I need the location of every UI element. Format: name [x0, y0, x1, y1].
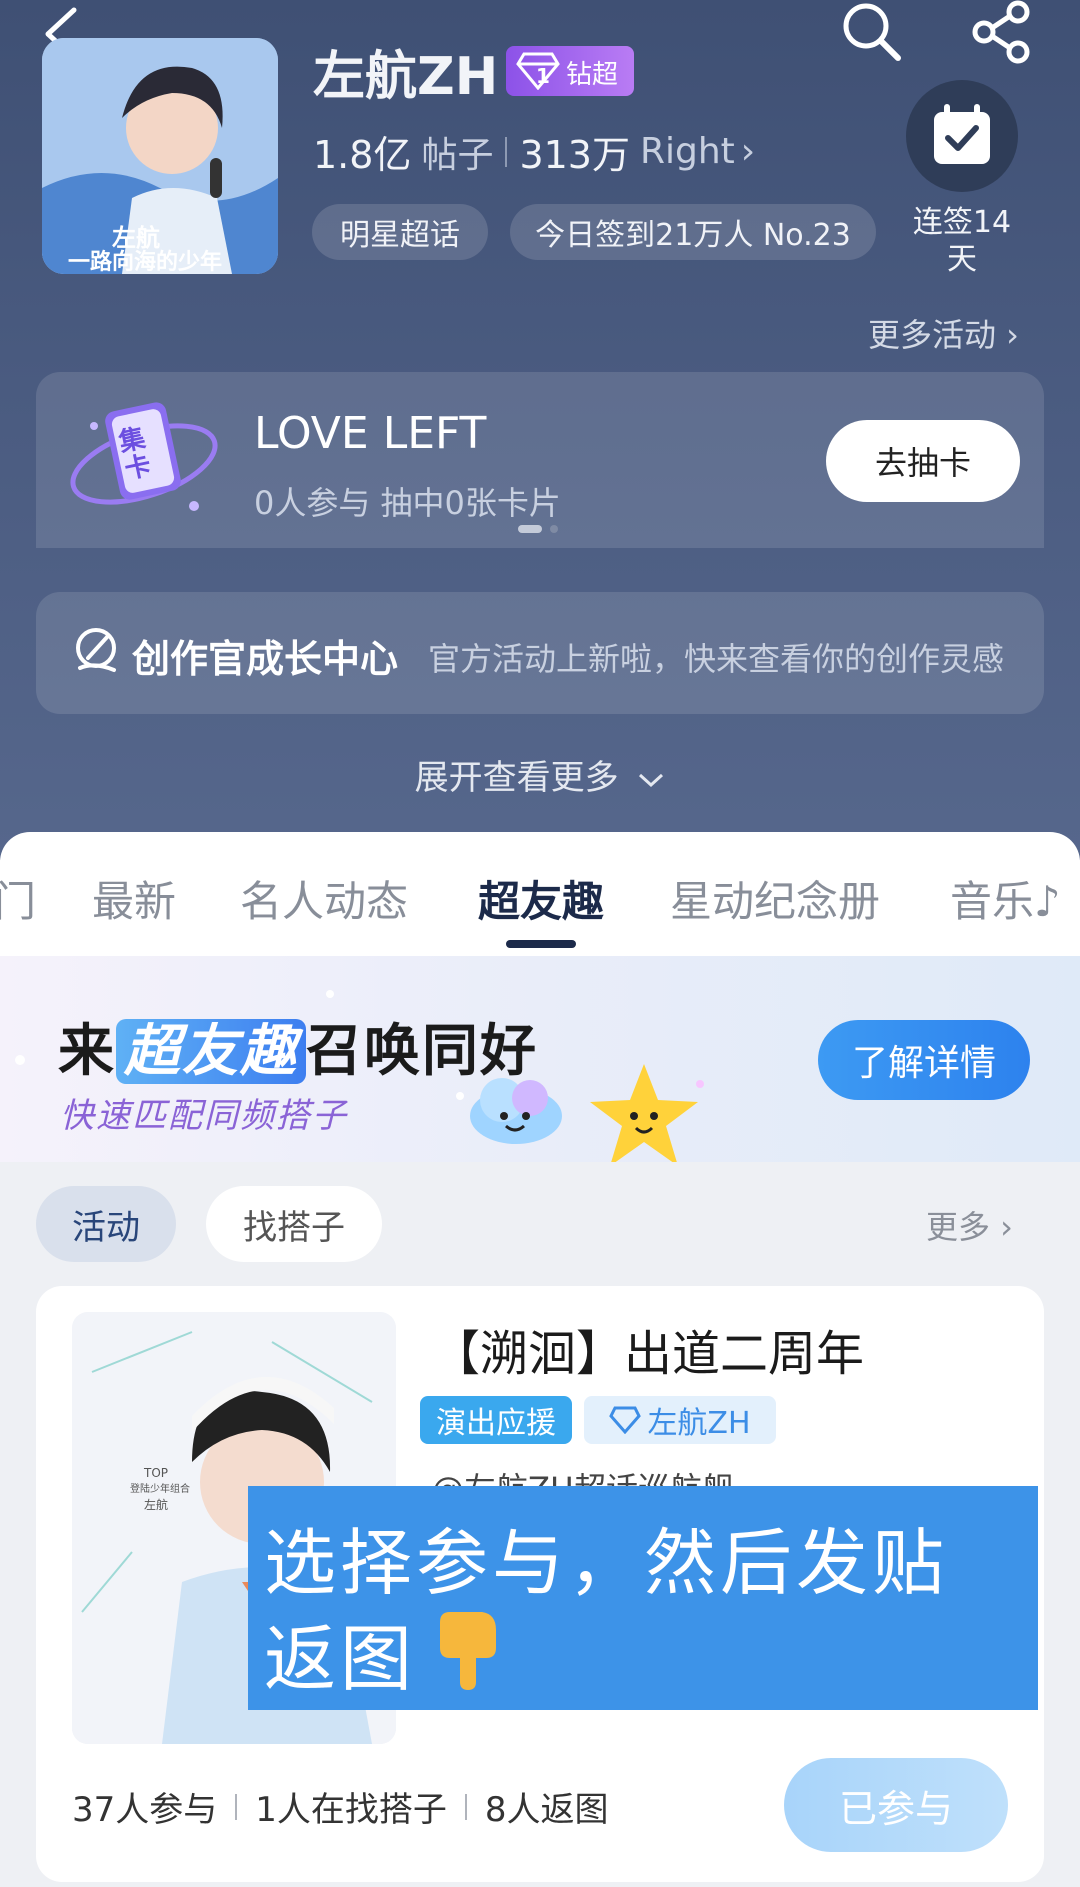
fans-label[interactable]: Right: [640, 131, 735, 172]
creator-center-title: 创作官成长中心: [132, 637, 399, 681]
tab-star-album[interactable]: 星动纪念册: [670, 868, 880, 929]
pen-edit-icon: [76, 628, 116, 672]
calendar-check-icon: [934, 104, 990, 164]
tab-bar: 门 最新 名人动态 超友趣 星动纪念册 音乐♪: [0, 868, 1080, 926]
event-stats: 37人参与 1人在找搭子 8人返图: [72, 1782, 609, 1831]
poster-caption-group: 登陆少年组合: [130, 1484, 190, 1495]
creator-center-desc: 官方活动上新啦，快来查看你的创作灵感: [428, 640, 1005, 678]
share-icon[interactable]: [968, 0, 1034, 66]
active-tab-indicator: [506, 940, 576, 948]
checkin-streak: 连签14天: [912, 205, 1012, 277]
diamond-badge[interactable]: 1 钻超: [506, 46, 634, 96]
category-pill[interactable]: 明星超话: [312, 204, 488, 260]
stats-divider: [505, 136, 508, 167]
banner-prefix: 来: [58, 1019, 116, 1084]
tab-latest[interactable]: 最新: [92, 868, 176, 929]
participants-count: 37人参与: [72, 1790, 218, 1830]
more-activities-link[interactable]: 更多活动 ›: [868, 310, 1019, 356]
event-title: 【溯洄】出道二周年: [432, 1326, 865, 1382]
more-link[interactable]: 更多 ›: [926, 1202, 1013, 1248]
star-mascot-icon: [590, 1064, 698, 1166]
posts-label: 帖子: [421, 134, 494, 176]
photo-returns-count: 8人返图: [484, 1790, 609, 1830]
stats-divider: [464, 1793, 467, 1820]
topic-stats: 1.8亿 帖子 313万 Right ›: [313, 124, 755, 179]
topic-title: 左航ZH: [313, 47, 499, 107]
chevron-down-icon: [639, 773, 664, 787]
search-icon[interactable]: [838, 0, 904, 66]
event-tag-category: 演出应援: [420, 1396, 572, 1444]
badge-label: 钻超: [566, 60, 619, 90]
joined-button[interactable]: 已参与: [784, 1758, 1008, 1852]
filter-chip-find-partner[interactable]: 找搭子: [206, 1186, 382, 1262]
fans-count[interactable]: 313万: [519, 124, 630, 179]
badge-level: 1: [536, 64, 550, 88]
poster-caption-name: 左航: [144, 1498, 169, 1512]
draw-card-button[interactable]: 去抽卡: [826, 420, 1020, 502]
event-tag-topic-label: 左航ZH: [647, 1406, 751, 1441]
diamond-icon: [609, 1406, 642, 1434]
expand-more-label: 展开查看更多: [414, 758, 619, 798]
expand-more-link[interactable]: 展开查看更多: [0, 750, 1080, 799]
avatar-portrait: [42, 38, 278, 274]
tab-super-fun[interactable]: 超友趣: [478, 868, 604, 929]
activity-subtitle: 0人参与 抽中0张卡片: [254, 484, 561, 522]
avatar-caption-2: 一路向海的少年: [68, 250, 223, 274]
banner-highlight: 超友趣: [116, 1019, 306, 1084]
partner-seekers-count: 1人在找搭子: [255, 1790, 447, 1830]
checkin-button[interactable]: [906, 80, 1018, 192]
tab-hot[interactable]: 门: [0, 868, 36, 929]
stats-divider: [235, 1793, 238, 1820]
cloud-mascot-icon: [470, 1078, 562, 1144]
checkin-rank-pill[interactable]: 今日签到21万人 No.23: [510, 204, 876, 260]
tab-celebrity-news[interactable]: 名人动态: [240, 868, 408, 929]
topic-avatar[interactable]: 左航 一路向海的少年: [42, 38, 278, 274]
overlay-line-1: 选择参与，然后发贴: [264, 1521, 949, 1605]
carousel-indicator: [518, 525, 558, 533]
activity-title: LOVE LEFT: [254, 408, 487, 459]
posts-count: 1.8亿: [313, 133, 412, 177]
learn-more-button[interactable]: 了解详情: [818, 1020, 1030, 1100]
chevron-right-icon[interactable]: ›: [741, 131, 755, 172]
poster-caption-top: TOP: [144, 1466, 169, 1480]
filter-chip-activities[interactable]: 活动: [36, 1186, 176, 1262]
overlay-line-2: 返图: [264, 1617, 417, 1701]
tab-music[interactable]: 音乐♪: [950, 868, 1061, 929]
banner-subtitle: 快速匹配同频搭子: [60, 1096, 348, 1136]
event-tag-topic[interactable]: 左航ZH: [584, 1396, 776, 1444]
card-collection-icon: 集卡: [64, 386, 224, 526]
pointing-down-hand-icon: [440, 1612, 496, 1690]
